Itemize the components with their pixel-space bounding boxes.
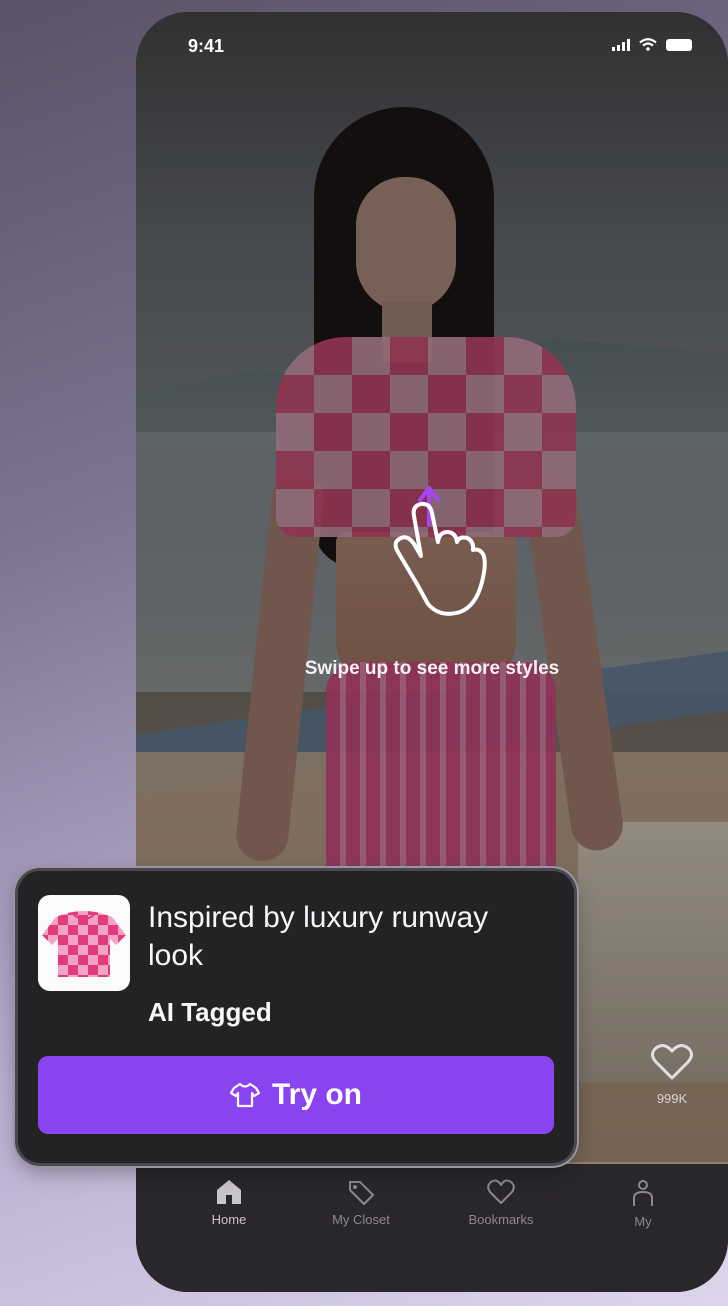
- heart-icon[interactable]: [650, 1042, 694, 1082]
- swipe-hint-text: Swipe up to see more styles: [304, 658, 560, 679]
- person-icon: [633, 1180, 653, 1206]
- tab-home-label: Home: [211, 1212, 247, 1227]
- shirt-icon: [229, 1082, 260, 1108]
- tab-my-label: My: [634, 1214, 652, 1229]
- signal-icon: [612, 39, 630, 51]
- swipe-hint: Swipe up to see more styles: [136, 482, 728, 679]
- battery-icon: [666, 39, 692, 51]
- status-time: 9:41: [188, 36, 225, 56]
- status-bar: 9:41: [136, 12, 728, 72]
- tab-my-closet[interactable]: My Closet: [296, 1178, 426, 1227]
- home-icon: [217, 1180, 241, 1204]
- product-card: Inspired by luxury runway look AI Tagged…: [18, 871, 574, 1163]
- bottom-tab-bar: Home My Closet Bookmarks My: [136, 1164, 728, 1292]
- tab-home[interactable]: Home: [164, 1178, 294, 1227]
- product-thumbnail[interactable]: [38, 895, 130, 991]
- like-count: 999K: [656, 1091, 688, 1106]
- tab-bookmarks[interactable]: Bookmarks: [436, 1178, 566, 1227]
- tag-icon: [349, 1181, 374, 1205]
- heart-icon: [487, 1179, 515, 1204]
- tab-bookmarks-label: Bookmarks: [468, 1212, 534, 1227]
- swipe-up-hand-icon: [393, 486, 487, 616]
- product-image: [42, 911, 126, 977]
- ai-tag-label: AI Tagged: [148, 997, 272, 1027]
- try-on-label: Try on: [271, 1078, 362, 1111]
- try-on-button[interactable]: Try on: [38, 1056, 554, 1134]
- card-title: Inspired by luxury runway look: [148, 901, 489, 972]
- like-action[interactable]: 999K: [632, 1042, 712, 1106]
- status-icons: [612, 38, 692, 51]
- tab-my-closet-label: My Closet: [332, 1212, 390, 1227]
- tab-my[interactable]: My: [578, 1178, 708, 1229]
- wifi-icon: [639, 38, 657, 51]
